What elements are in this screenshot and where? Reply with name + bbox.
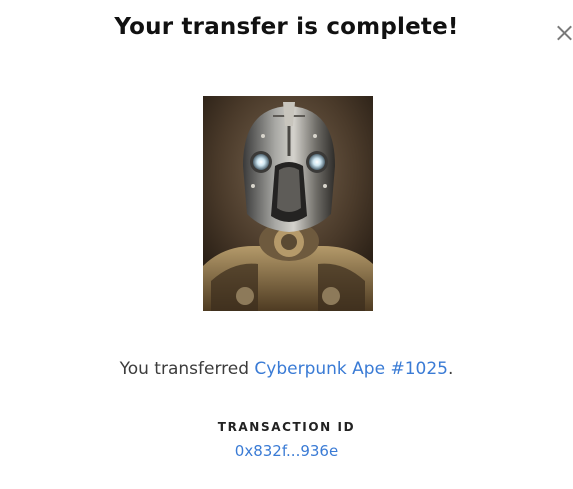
message-prefix: You transferred <box>119 359 255 379</box>
nft-artwork-image <box>203 96 373 311</box>
transaction-id-label: TRANSACTION ID <box>217 420 356 434</box>
transaction-id-value: 0x832f...936e <box>0 442 573 460</box>
transfer-message: You transferred Cyberpunk Ape #1025. <box>0 359 573 379</box>
nft-name-link[interactable]: Cyberpunk Ape #1025 <box>254 359 448 379</box>
close-icon[interactable] <box>553 22 573 44</box>
dialog-title: Your transfer is complete! <box>114 14 459 40</box>
transfer-complete-dialog: Your transfer is complete! You transferr… <box>0 0 573 489</box>
message-suffix: . <box>447 359 454 379</box>
transaction-id-link[interactable]: 0x832f...936e <box>235 442 338 460</box>
